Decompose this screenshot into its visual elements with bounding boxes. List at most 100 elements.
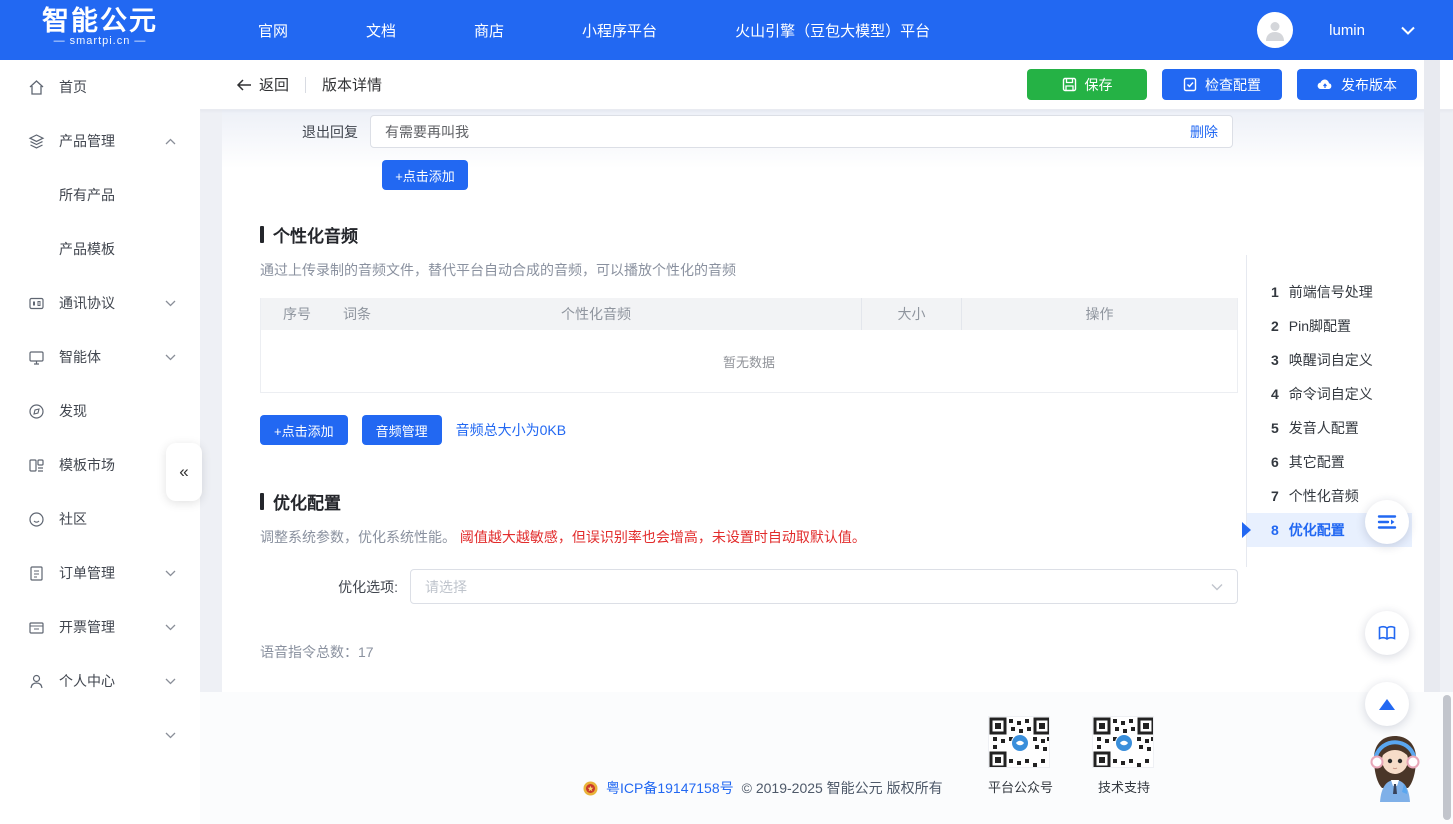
- exit-reply-value: 有需要再叫我: [385, 122, 1190, 142]
- chevron-up-icon: [165, 138, 176, 145]
- nav-link-volcano-platform[interactable]: 火山引擎（豆包大模型）平台: [735, 20, 930, 41]
- publish-version-button[interactable]: 发布版本: [1297, 69, 1417, 100]
- page-title: 版本详情: [322, 74, 382, 95]
- up-arrow-icon: [1379, 699, 1395, 710]
- qr-tech-support: 技术支持: [1092, 716, 1156, 796]
- sidebar-collapse-button[interactable]: «: [166, 443, 202, 501]
- exit-reply-input[interactable]: 有需要再叫我 删除: [370, 115, 1233, 148]
- mascot-assistant[interactable]: [1352, 726, 1438, 812]
- sidebar-item-label: 社区: [59, 509, 87, 529]
- anchor-num: 4: [1271, 386, 1279, 402]
- layers-icon: [28, 133, 45, 150]
- delete-reply-link[interactable]: 删除: [1190, 122, 1218, 142]
- anchor-label: Pin脚配置: [1289, 316, 1351, 336]
- anchor-item-frontend-signal[interactable]: 1 前端信号处理: [1247, 275, 1412, 309]
- add-audio-button[interactable]: +点击添加: [260, 415, 348, 445]
- optimize-option-select[interactable]: 请选择: [410, 569, 1238, 604]
- back-button[interactable]: 返回: [236, 74, 289, 95]
- anchor-label: 唤醒词自定义: [1289, 350, 1373, 370]
- select-placeholder: 请选择: [425, 577, 1211, 597]
- qr-code-image: [988, 716, 1050, 768]
- anchor-label: 前端信号处理: [1289, 282, 1373, 302]
- collapse-icon: «: [179, 462, 188, 482]
- anchor-menu-float-button[interactable]: [1365, 500, 1409, 544]
- qr-code-image: [1092, 716, 1154, 768]
- anchor-num: 8: [1271, 522, 1279, 538]
- icp-link[interactable]: 粤ICP备19147158号: [606, 778, 734, 798]
- logo-title: 智能公元: [42, 7, 158, 35]
- monitor-icon: [28, 349, 45, 366]
- icp-badge-icon: [583, 781, 598, 796]
- app-logo[interactable]: 智能公元 smartpi.cn: [42, 7, 158, 47]
- voice-command-total: 语音指令总数：17: [260, 642, 1276, 662]
- qr-official-account: 平台公众号: [988, 716, 1052, 796]
- logo-subtitle: smartpi.cn: [42, 35, 158, 47]
- save-button[interactable]: 保存: [1027, 69, 1147, 100]
- list-icon: [1377, 514, 1397, 530]
- sidebar-item-label: 开票管理: [59, 617, 115, 637]
- nav-link-official-site[interactable]: 官网: [258, 20, 288, 41]
- sidebar-item-invoice-management[interactable]: 开票管理: [0, 600, 200, 654]
- anchor-item-speaker-config[interactable]: 5 发音人配置: [1247, 411, 1412, 445]
- section-bar: [260, 226, 264, 243]
- anchor-num: 2: [1271, 318, 1279, 334]
- sidebar-item-agent[interactable]: 智能体: [0, 330, 200, 384]
- sidebar-item-all-products[interactable]: 所有产品: [0, 168, 200, 222]
- anchor-item-other-config[interactable]: 6 其它配置: [1247, 445, 1412, 479]
- username-label[interactable]: lumin: [1329, 22, 1365, 39]
- content-scrollbar-track[interactable]: [1424, 60, 1440, 692]
- user-area: lumin: [1257, 0, 1415, 60]
- audio-table: 序号 词条 个性化音频 大小 操作 暂无数据: [260, 298, 1238, 393]
- optimize-description: 调整系统参数，优化系统性能。 阈值越大越敏感，但误识别率也会增高，未设置时自动取…: [260, 527, 1276, 547]
- check-config-button[interactable]: 检查配置: [1162, 69, 1282, 100]
- col-header-audio: 个性化音频: [539, 304, 861, 324]
- sidebar-item-product-management[interactable]: 产品管理: [0, 114, 200, 168]
- check-config-label: 检查配置: [1205, 75, 1261, 95]
- top-nav-links: 官网 文档 商店 小程序平台 火山引擎（豆包大模型）平台: [258, 0, 930, 60]
- sidebar-item-home[interactable]: 首页: [0, 60, 200, 114]
- chevron-down-icon: [165, 624, 176, 631]
- sidebar-item-label: 个人中心: [59, 671, 115, 691]
- chevron-down-icon: [165, 570, 176, 577]
- nav-link-miniprogram-platform[interactable]: 小程序平台: [582, 20, 657, 41]
- anchor-item-command-word[interactable]: 4 命令词自定义: [1247, 377, 1412, 411]
- sidebar-item-personal-center[interactable]: 个人中心: [0, 654, 200, 708]
- anchor-item-pin-config[interactable]: 2 Pin脚配置: [1247, 309, 1412, 343]
- sidebar-item-label: 产品模板: [59, 239, 115, 259]
- sidebar-item-communication-protocol[interactable]: 通讯协议: [0, 276, 200, 330]
- personalized-audio-section-title: 个性化音频: [260, 222, 1276, 247]
- chevron-down-icon: [165, 354, 176, 361]
- anchor-num: 6: [1271, 454, 1279, 470]
- sidebar-item-label: 产品管理: [59, 131, 115, 151]
- anchor-item-wakeword[interactable]: 3 唤醒词自定义: [1247, 343, 1412, 377]
- nav-link-docs[interactable]: 文档: [366, 20, 396, 41]
- sidebar-item-order-management[interactable]: 订单管理: [0, 546, 200, 600]
- sidebar-item-community[interactable]: 社区: [0, 492, 200, 546]
- user-avatar[interactable]: [1257, 12, 1293, 48]
- sidebar: 首页 产品管理 所有产品 产品模板 通讯协议 智能体 发现 模板市场 社区 订单…: [0, 60, 200, 824]
- page-scrollbar-thumb[interactable]: [1443, 695, 1451, 820]
- sidebar-item-discover[interactable]: 发现: [0, 384, 200, 438]
- back-to-top-button[interactable]: [1365, 682, 1409, 726]
- audio-manage-button[interactable]: 音频管理: [362, 415, 442, 445]
- add-reply-button[interactable]: +点击添加: [382, 160, 468, 190]
- check-doc-icon: [1183, 77, 1197, 92]
- docs-float-button[interactable]: [1365, 611, 1409, 655]
- chevron-down-icon[interactable]: [1401, 26, 1415, 35]
- sidebar-item-extra[interactable]: [0, 708, 200, 762]
- chevron-down-icon: [165, 678, 176, 685]
- audio-total-size-text: 音频总大小为0KB: [456, 420, 566, 440]
- nav-link-store[interactable]: 商店: [474, 20, 504, 41]
- save-icon: [1062, 77, 1077, 92]
- sidebar-item-product-templates[interactable]: 产品模板: [0, 222, 200, 276]
- optimize-option-label: 优化选项:: [260, 577, 410, 597]
- audio-table-header: 序号 词条 个性化音频 大小 操作: [261, 298, 1237, 330]
- anchor-label: 个性化音频: [1289, 486, 1359, 506]
- person-icon: [1262, 17, 1288, 43]
- user-icon: [28, 673, 45, 690]
- publish-version-label: 发布版本: [1341, 75, 1397, 95]
- sidebar-item-label: 订单管理: [59, 563, 115, 583]
- save-label: 保存: [1085, 75, 1113, 95]
- copyright-text: © 2019-2025 智能公元 版权所有: [742, 778, 943, 798]
- anchor-label: 优化配置: [1289, 520, 1345, 540]
